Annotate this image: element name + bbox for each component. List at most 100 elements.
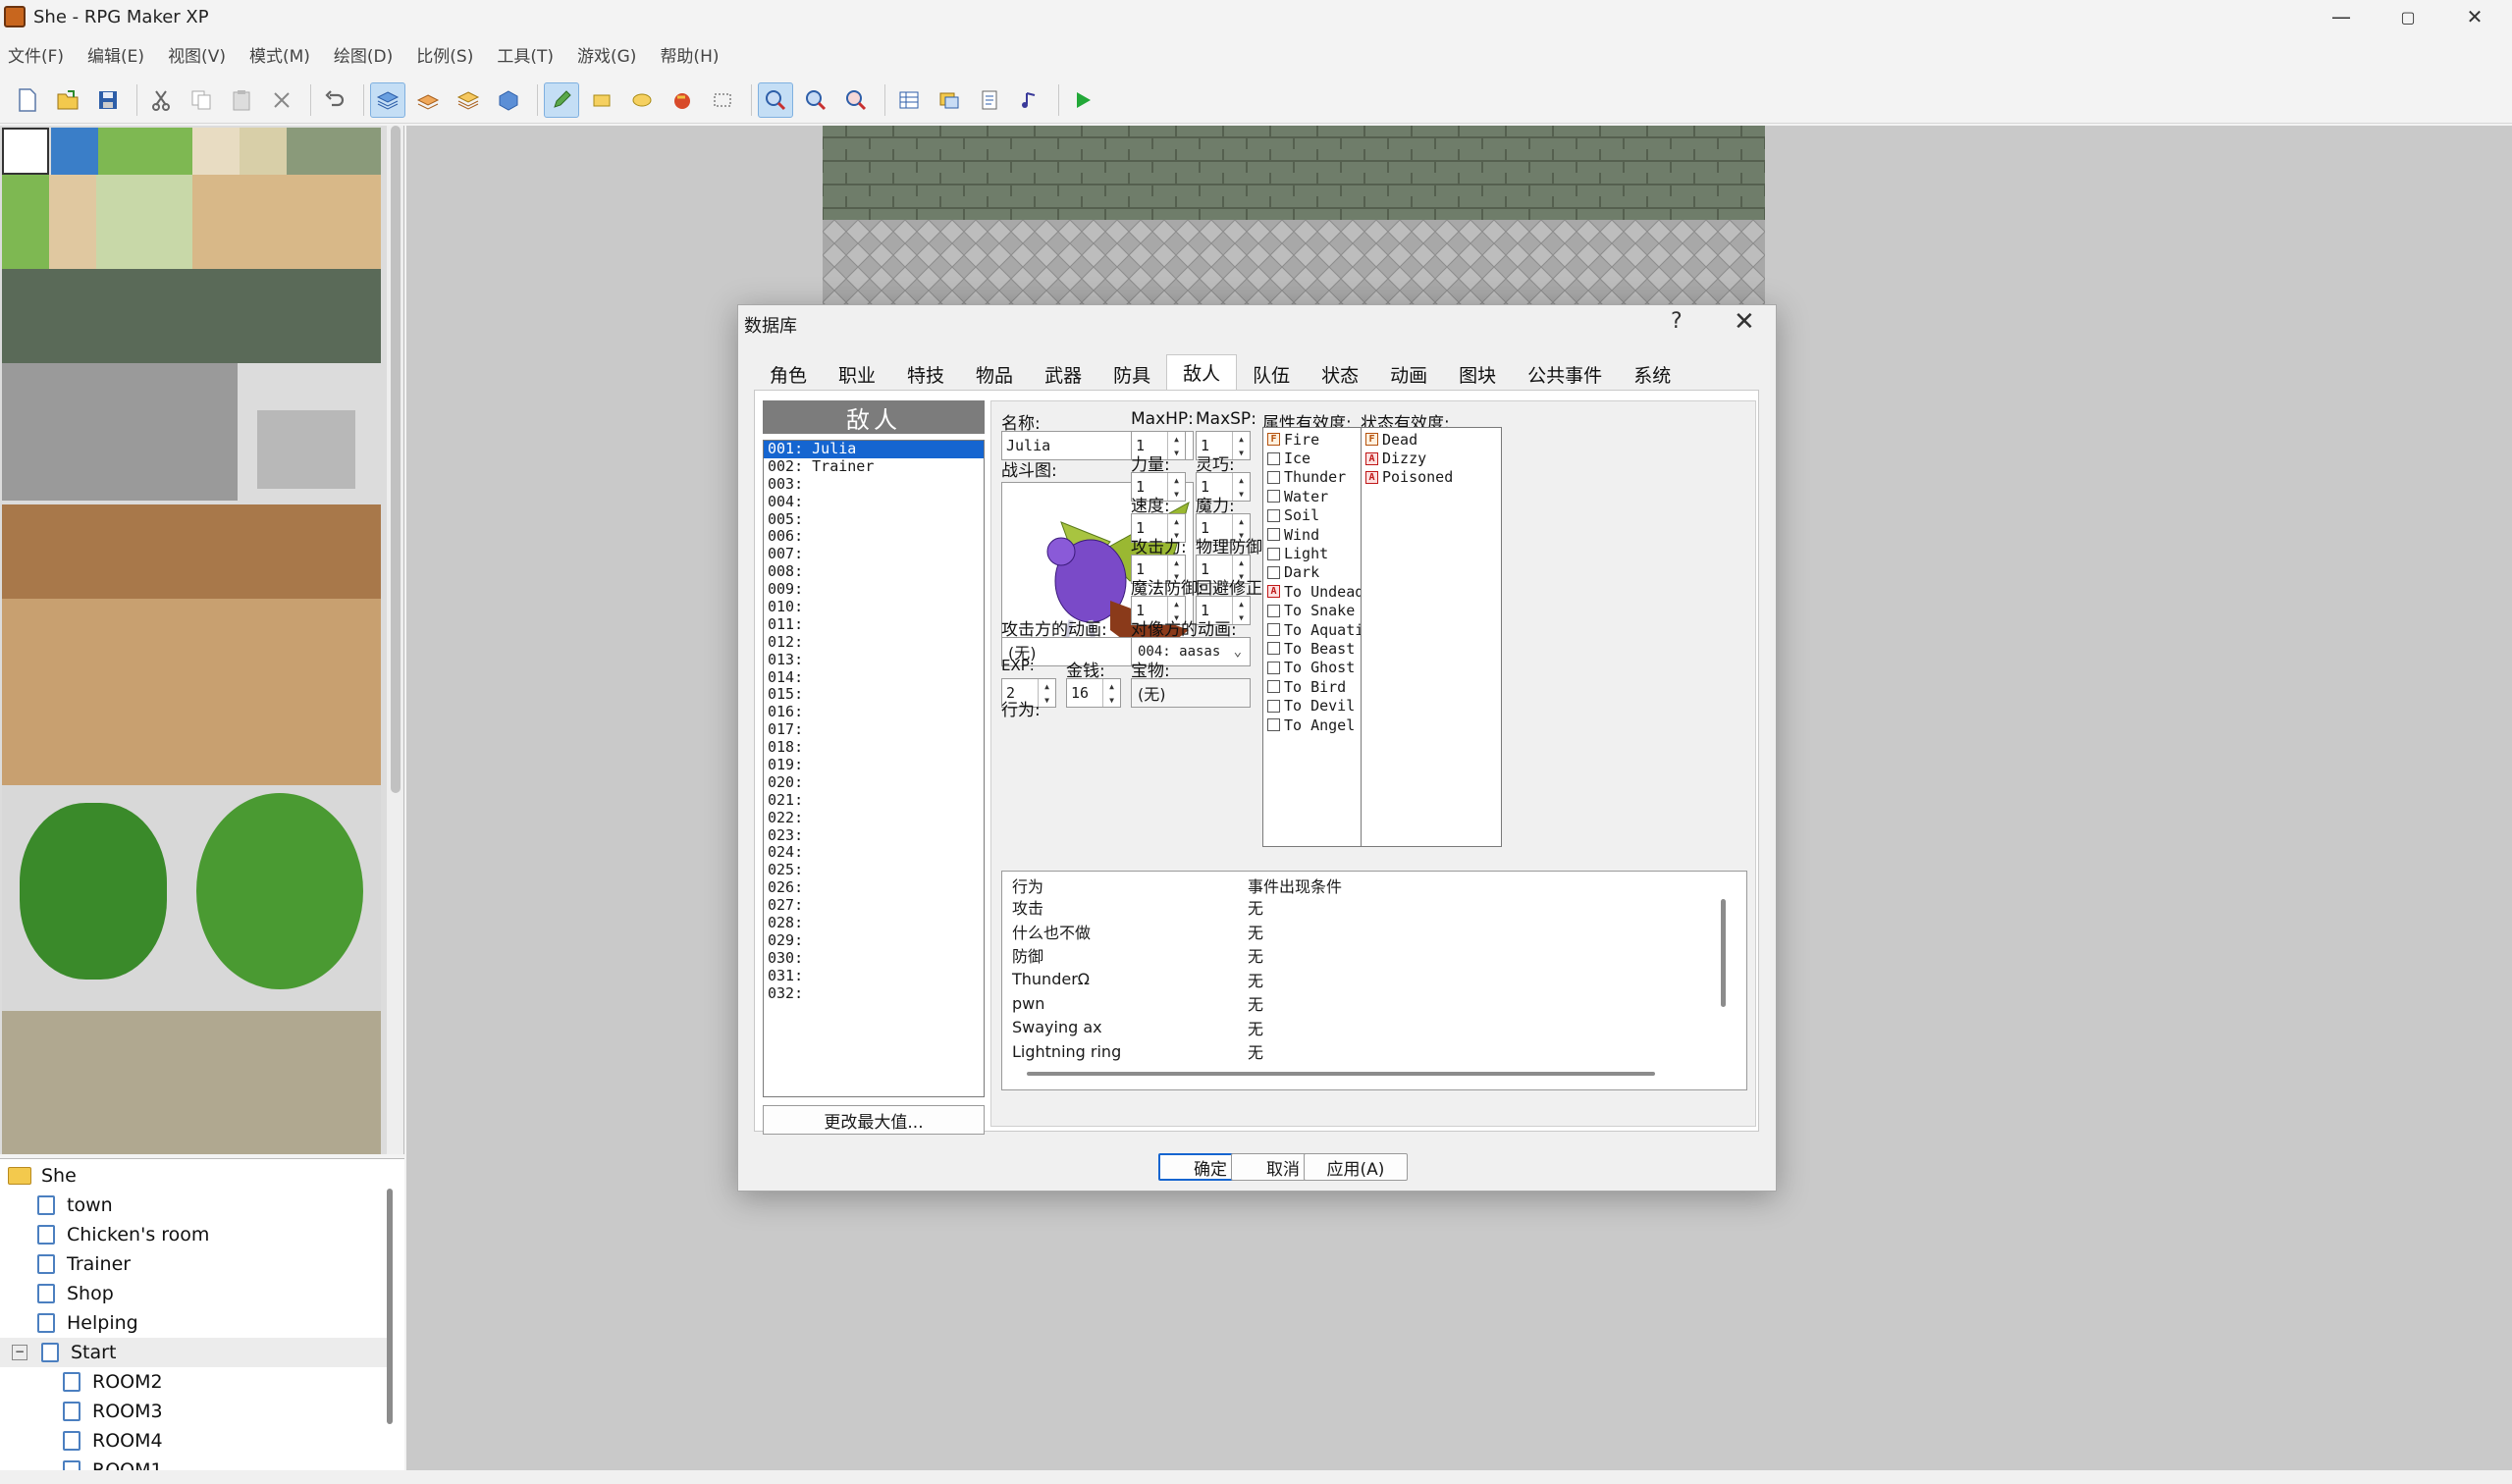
sound-test-icon[interactable] (1012, 82, 1047, 118)
actions-table[interactable]: 行为 事件出现条件 攻击无什么也不做无防御无 ThunderΩ 无 pwn 无 Swaying… (1001, 871, 1747, 1090)
grass-tile[interactable] (98, 128, 192, 175)
rank-checkbox[interactable] (1267, 490, 1280, 504)
rank-checkbox[interactable] (1267, 451, 1280, 465)
change-maximum-button[interactable]: 更改最大值... (763, 1105, 985, 1135)
tab-tilesets[interactable]: 图块 (1443, 360, 1512, 392)
menu-view[interactable]: 视图(V) (168, 42, 226, 67)
treasure-field[interactable]: (无) (1131, 678, 1251, 708)
rank-checkbox[interactable]: A (1365, 470, 1378, 484)
rank-checkbox[interactable] (1267, 470, 1280, 484)
water-tile[interactable] (51, 128, 98, 175)
tab-weapons[interactable]: 武器 (1029, 360, 1097, 392)
enemy-list[interactable]: 001: Julia 002: Trainer 003: 004: 005: 006: 00… (763, 440, 985, 1097)
enemy-list-item[interactable]: 007: (764, 545, 984, 563)
bush-tile[interactable] (240, 128, 287, 175)
rank-checkbox[interactable] (1267, 508, 1280, 522)
action-row[interactable]: Lightning ring 无 (1012, 1039, 1719, 1063)
database-icon[interactable] (891, 82, 927, 118)
action-row[interactable]: 什么也不做 无 (1012, 920, 1719, 943)
zoom-1-1-icon[interactable] (758, 81, 793, 118)
menu-game[interactable]: 游戏(G) (577, 42, 636, 67)
event-layer-icon[interactable] (491, 82, 526, 118)
new-file-icon[interactable] (10, 82, 45, 118)
rank-checkbox[interactable] (1267, 547, 1280, 560)
enemy-list-item[interactable]: 013: (764, 651, 984, 669)
gold-input[interactable]: 16 ▲ ▼ (1066, 678, 1121, 708)
menu-edit[interactable]: 编辑(E) (87, 42, 144, 67)
pencil-icon[interactable] (544, 81, 579, 118)
state-item[interactable]: A Dizzy (1362, 449, 1501, 467)
enemy-list-item[interactable]: 031: (764, 967, 984, 985)
enemy-list-item[interactable]: 008: (764, 562, 984, 581)
enemy-list-item[interactable]: 023: (764, 826, 984, 845)
delete-icon[interactable] (264, 82, 299, 118)
tileset-palette[interactable] (0, 126, 404, 1154)
actions-hscroll[interactable] (1027, 1072, 1655, 1076)
collapse-icon[interactable]: − (12, 1345, 27, 1360)
tab-animations[interactable]: 动画 (1374, 360, 1443, 392)
action-row[interactable]: 攻击 无 (1012, 895, 1719, 919)
tab-armors[interactable]: 防具 (1097, 360, 1166, 392)
blank-tile[interactable] (2, 128, 49, 175)
enemy-list-item[interactable]: 006: (764, 528, 984, 546)
sand-tile[interactable] (192, 128, 240, 175)
rank-checkbox[interactable]: A (1365, 451, 1378, 465)
rank-checkbox[interactable]: F (1267, 433, 1280, 447)
enemy-list-item[interactable]: 012: (764, 633, 984, 652)
tab-troops[interactable]: 队伍 (1237, 360, 1306, 392)
enemy-list-item[interactable]: 026: (764, 878, 984, 897)
enemy-list-item[interactable]: 019: (764, 756, 984, 774)
tree-item-start[interactable]: − Start (0, 1338, 387, 1367)
materials-icon[interactable] (932, 82, 967, 118)
enemy-list-item[interactable]: 005: (764, 510, 984, 529)
layer3-icon[interactable] (451, 82, 486, 118)
fill-icon[interactable] (665, 82, 700, 118)
enemy-list-item[interactable]: 017: (764, 720, 984, 739)
actions-vscroll[interactable] (1721, 899, 1726, 1007)
stone-tile[interactable] (287, 128, 381, 175)
state-rank-list[interactable]: F Dead A Dizzy A Poisoned (1361, 427, 1502, 847)
enemy-list-item[interactable]: 001: Julia (764, 440, 984, 458)
state-item[interactable]: A Poisoned (1362, 468, 1501, 487)
enemy-list-item[interactable]: 029: (764, 931, 984, 950)
paste-icon[interactable] (224, 82, 259, 118)
close-button[interactable]: ✕ (2442, 0, 2507, 33)
gold-spinner[interactable]: ▲ ▼ (1102, 679, 1120, 707)
cut-icon[interactable] (143, 82, 179, 118)
help-button[interactable]: ? (1671, 309, 1683, 334)
copy-icon[interactable] (184, 82, 219, 118)
enemy-list-item[interactable]: 018: (764, 738, 984, 757)
palette-scroll-thumb[interactable] (391, 126, 401, 793)
enemy-list-item[interactable]: 028: (764, 914, 984, 932)
rank-checkbox[interactable]: F (1365, 433, 1378, 447)
palette-scrollbar[interactable] (387, 126, 403, 1154)
menu-mode[interactable]: 模式(M) (249, 42, 310, 67)
enemy-list-item[interactable]: 010: (764, 598, 984, 616)
enemy-list-item[interactable]: 014: (764, 668, 984, 687)
layer1-icon[interactable] (370, 81, 405, 118)
save-icon[interactable] (90, 82, 126, 118)
actions-header[interactable]: 行为 事件出现条件 (1012, 874, 1719, 897)
tree-item-shop[interactable]: Shop (37, 1279, 114, 1308)
enemy-list-item[interactable]: 025: (764, 861, 984, 879)
rank-checkbox[interactable] (1267, 642, 1280, 656)
dialog-close-button[interactable]: ✕ (1734, 307, 1755, 337)
rank-checkbox[interactable]: A (1267, 585, 1280, 599)
menu-help[interactable]: 帮助(H) (660, 42, 719, 67)
rank-checkbox[interactable] (1267, 699, 1280, 713)
enemy-list-item[interactable]: 030: (764, 949, 984, 968)
menu-scale[interactable]: 比例(S) (416, 42, 473, 67)
zoom-1-4-icon[interactable] (838, 82, 874, 118)
action-row[interactable]: pwn 无 (1012, 991, 1719, 1015)
tab-states[interactable]: 状态 (1306, 360, 1374, 392)
tab-actors[interactable]: 角色 (754, 360, 823, 392)
enemy-list-item[interactable]: 015: (764, 686, 984, 704)
rank-checkbox[interactable] (1267, 661, 1280, 674)
enemy-list-item[interactable]: 002: Trainer (764, 457, 984, 476)
rank-checkbox[interactable] (1267, 718, 1280, 732)
enemy-list-item[interactable]: 011: (764, 615, 984, 634)
rank-checkbox[interactable] (1267, 528, 1280, 542)
rank-checkbox[interactable] (1267, 680, 1280, 694)
enemy-list-item[interactable]: 016: (764, 703, 984, 721)
playtest-icon[interactable] (1065, 82, 1100, 118)
